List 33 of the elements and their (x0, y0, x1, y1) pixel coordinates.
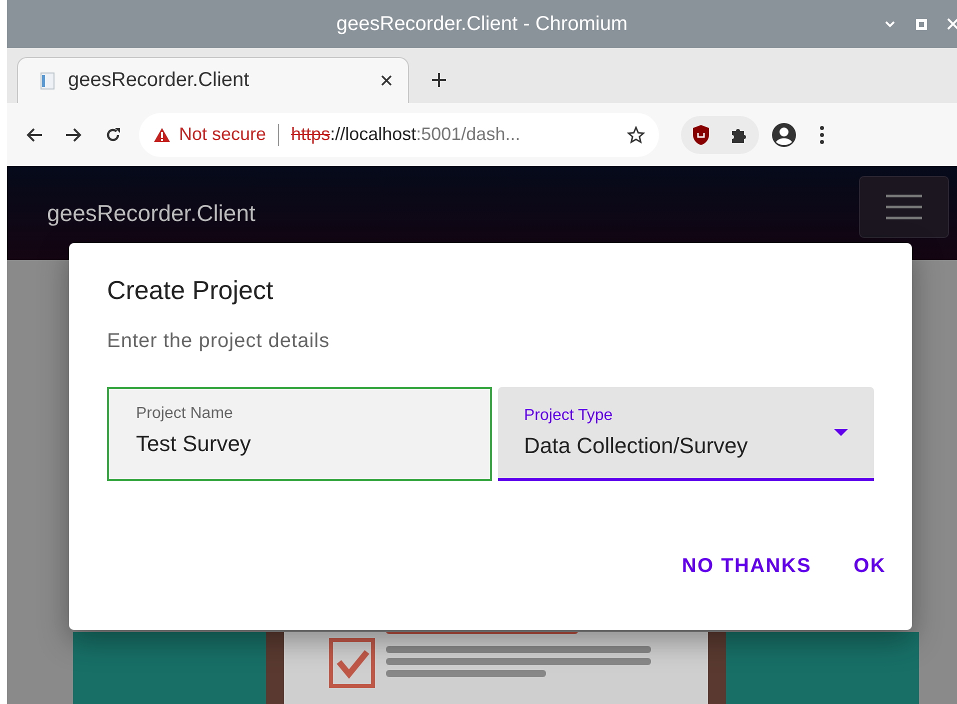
dialog-title: Create Project (107, 275, 274, 306)
reload-icon[interactable] (105, 126, 121, 142)
dialog-button[interactable]: OK (838, 547, 902, 586)
security-label: Not secure (179, 124, 266, 145)
field-label: Project Name (136, 405, 234, 423)
page-icon (40, 72, 56, 90)
browser-tab[interactable]: geesRecorder.Client (17, 57, 409, 103)
brand-text[interactable]: geesRecorder.Client (47, 200, 256, 226)
dialog-subtitle: Enter the project details (107, 330, 331, 353)
star-icon[interactable] (627, 126, 645, 144)
select-field[interactable]: Project Type Data Collection/Survey (498, 387, 874, 481)
window-title: geesRecorder.Client - Chromium (336, 12, 628, 36)
address-bar[interactable]: Not secure https://localhost:5001/dash... (139, 112, 659, 156)
close-icon[interactable] (381, 75, 392, 86)
new-tab-icon[interactable] (431, 72, 447, 88)
menu-icon (884, 193, 924, 221)
menu-button[interactable] (859, 176, 949, 238)
more-menu-icon[interactable] (819, 124, 825, 144)
account-icon[interactable] (771, 122, 797, 148)
back-arrow-icon[interactable] (25, 126, 43, 142)
minimize-chevron-icon[interactable] (884, 20, 896, 28)
forward-arrow-icon[interactable] (65, 126, 83, 142)
url-text: https://localhost:5001/dash... (291, 124, 522, 145)
dropdown-caret-icon (834, 429, 848, 436)
maximize-icon[interactable] (916, 18, 927, 30)
field-value: Data Collection/Survey (524, 432, 748, 458)
tab-title: geesRecorder.Client (68, 69, 250, 92)
dialog-button[interactable]: NO THANKS (666, 547, 828, 586)
text-field[interactable]: Project Name Test Survey (107, 387, 492, 481)
shield-icon[interactable] (691, 124, 711, 146)
field-value: Test Survey (136, 431, 252, 457)
field-label: Project Type (524, 406, 614, 424)
warning-icon (153, 126, 171, 142)
